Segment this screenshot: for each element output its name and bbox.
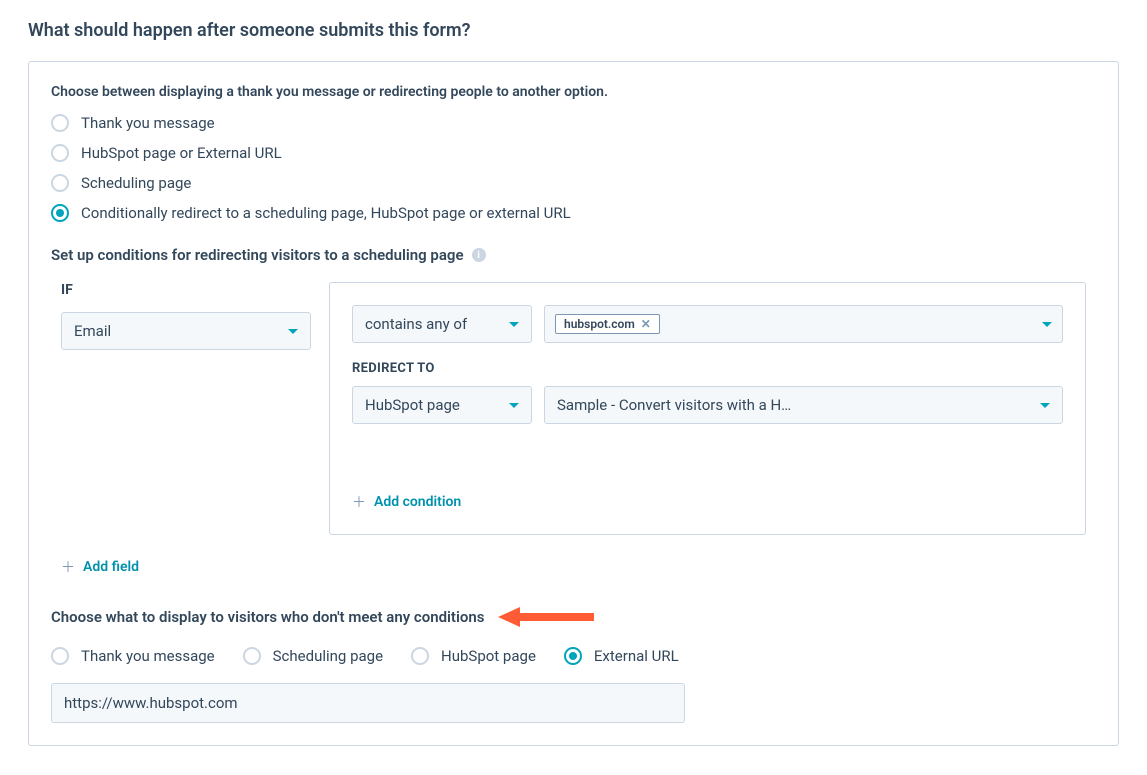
redirect-row: HubSpot page Sample - Convert visitors w… [352,386,1063,424]
radio-icon [51,114,69,132]
tag-remove-icon[interactable]: ✕ [641,317,651,331]
field-select[interactable]: Email [61,312,311,350]
if-column: IF Email [61,282,311,350]
fallback-thank-you[interactable]: Thank you message [51,647,215,665]
redirect-type-value: HubSpot page [365,396,460,414]
choose-label: Choose between displaying a thank you me… [51,84,1096,100]
add-condition-button[interactable]: ＋ Add condition [352,492,461,512]
redirect-page-select[interactable]: Sample - Convert visitors with a H… [544,386,1063,424]
post-submit-options: Thank you message HubSpot page or Extern… [51,114,1096,222]
operator-row: contains any of hubspot.com ✕ [352,305,1063,343]
if-label: IF [61,282,311,298]
option-scheduling[interactable]: Scheduling page [51,174,1096,192]
radio-label: Scheduling page [273,647,383,665]
operator-select[interactable]: contains any of [352,305,532,343]
option-hubspot-or-external[interactable]: HubSpot page or External URL [51,144,1096,162]
radio-icon [51,204,69,222]
option-thank-you[interactable]: Thank you message [51,114,1096,132]
radio-icon [51,174,69,192]
setup-conditions-header: Set up conditions for redirecting visito… [51,246,1096,264]
tag-text: hubspot.com [564,317,635,331]
redirect-to-label: REDIRECT TO [352,361,1063,376]
redirect-type-select[interactable]: HubSpot page [352,386,532,424]
option-conditional[interactable]: Conditionally redirect to a scheduling p… [51,204,1096,222]
setup-header-text: Set up conditions for redirecting visito… [51,246,464,264]
field-select-value: Email [74,322,111,340]
add-field-label: Add field [83,559,139,575]
chevron-down-icon [509,322,519,327]
radio-label: External URL [594,647,679,665]
plus-icon: ＋ [352,492,366,512]
settings-panel: Choose between displaying a thank you me… [28,61,1119,746]
fallback-header-row: Choose what to display to visitors who d… [51,605,1096,629]
redirect-page-value: Sample - Convert visitors with a H… [557,396,791,414]
fallback-options: Thank you message Scheduling page HubSpo… [51,647,1096,665]
radio-label: Scheduling page [81,174,191,192]
conditions-panel: contains any of hubspot.com ✕ REDIRECT T… [329,282,1086,535]
add-field-row: ＋ Add field [61,557,1086,577]
condition-row: IF Email contains any of hubspot.com ✕ [51,282,1096,535]
add-field-button[interactable]: ＋ Add field [61,557,139,577]
chevron-down-icon [509,403,519,408]
radio-label: HubSpot page [441,647,536,665]
callout-arrow-icon [498,605,594,629]
external-url-input[interactable] [51,683,685,723]
plus-icon: ＋ [61,557,75,577]
fallback-scheduling[interactable]: Scheduling page [243,647,383,665]
radio-label: Conditionally redirect to a scheduling p… [81,204,571,222]
radio-icon [564,647,582,665]
radio-icon [51,647,69,665]
radio-icon [411,647,429,665]
chevron-down-icon [1042,322,1052,327]
fallback-header: Choose what to display to visitors who d… [51,608,484,626]
chevron-down-icon [1040,403,1050,408]
add-condition-label: Add condition [374,494,461,510]
radio-label: Thank you message [81,114,215,132]
radio-label: Thank you message [81,647,215,665]
fallback-hubspot[interactable]: HubSpot page [411,647,536,665]
chevron-down-icon [288,329,298,334]
operator-value: contains any of [365,315,467,333]
info-icon[interactable]: i [472,248,486,262]
radio-icon [51,144,69,162]
radio-label: HubSpot page or External URL [81,144,282,162]
tag: hubspot.com ✕ [555,314,660,334]
fallback-external[interactable]: External URL [564,647,679,665]
radio-icon [243,647,261,665]
value-tag-select[interactable]: hubspot.com ✕ [544,305,1063,343]
page-title: What should happen after someone submits… [28,20,1119,41]
